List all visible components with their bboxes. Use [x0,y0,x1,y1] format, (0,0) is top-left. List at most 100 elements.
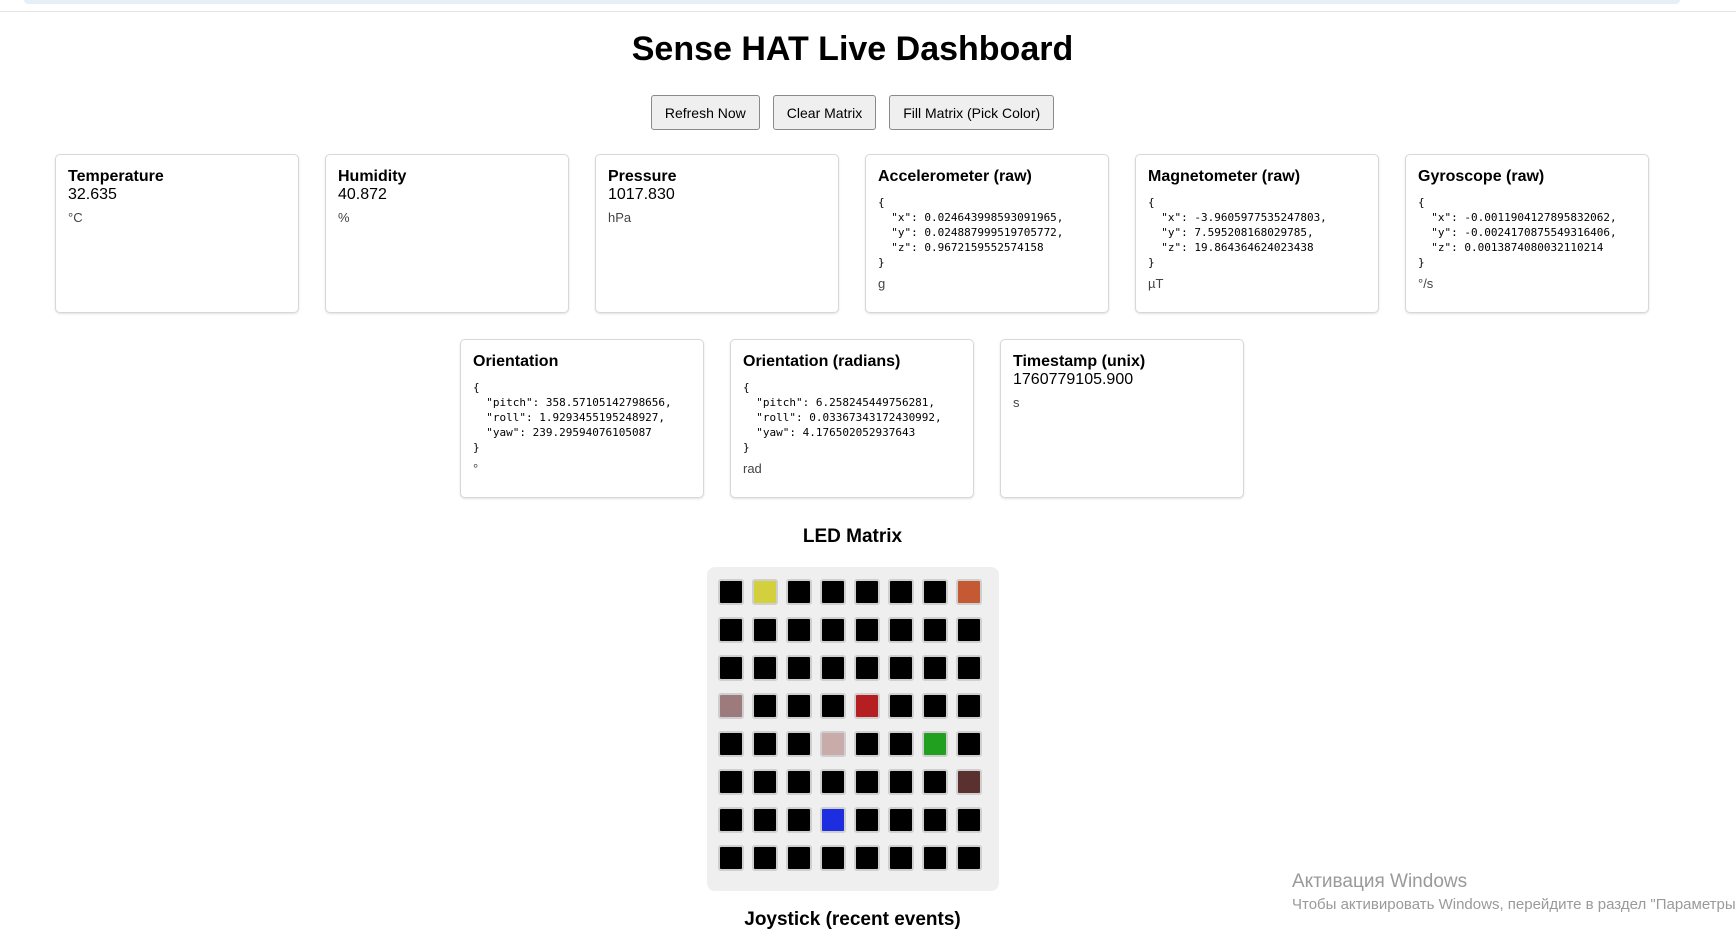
led-pixel[interactable] [888,845,914,871]
led-pixel[interactable] [854,731,880,757]
led-pixel[interactable] [956,617,982,643]
card-title: Temperature [68,168,164,185]
top-divider [0,11,1736,12]
card-title: Pressure [608,168,677,185]
led-pixel[interactable] [752,655,778,681]
card-accelerometer: Accelerometer (raw) { "x": 0.02464399859… [865,154,1109,313]
led-pixel[interactable] [956,655,982,681]
led-pixel[interactable] [786,579,812,605]
card-temperature: Temperature 32.635 °C [55,154,299,313]
led-pixel[interactable] [888,769,914,795]
led-pixel[interactable] [854,807,880,833]
led-pixel[interactable] [888,655,914,681]
accelerometer-json: { "x": 0.024643998593091965, "y": 0.0248… [878,196,1064,269]
card-title: Gyroscope (raw) [1418,168,1545,185]
led-pixel[interactable] [854,845,880,871]
magnetometer-unit: µT [1148,276,1164,291]
led-pixel[interactable] [752,617,778,643]
led-pixel[interactable] [786,807,812,833]
led-pixel[interactable] [718,731,744,757]
clear-matrix-button[interactable]: Clear Matrix [772,95,877,130]
led-pixel[interactable] [888,807,914,833]
card-pressure: Pressure 1017.830 hPa [595,154,839,313]
led-pixel[interactable] [820,693,846,719]
led-pixel[interactable] [786,617,812,643]
led-pixel[interactable] [854,617,880,643]
orientation-radians-json: { "pitch": 6.258245449756281, "roll": 0.… [743,381,942,454]
led-pixel[interactable] [922,807,948,833]
led-pixel[interactable] [820,845,846,871]
card-title: Humidity [338,168,407,185]
led-pixel[interactable] [922,617,948,643]
humidity-unit: % [338,210,350,225]
led-pixel[interactable] [718,693,744,719]
led-pixel[interactable] [718,617,744,643]
led-pixel[interactable] [752,693,778,719]
card-title: Magnetometer (raw) [1148,168,1301,185]
led-pixel[interactable] [820,731,846,757]
led-pixel[interactable] [854,579,880,605]
led-pixel[interactable] [786,845,812,871]
led-pixel[interactable] [752,807,778,833]
led-pixel[interactable] [786,769,812,795]
card-orientation: Orientation { "pitch": 358.5710514279865… [460,339,704,498]
led-pixel[interactable] [922,693,948,719]
led-pixel[interactable] [820,655,846,681]
timestamp-value: 1760779105.900 [1013,371,1134,388]
led-pixel[interactable] [956,693,982,719]
temperature-unit: °C [68,210,83,225]
led-pixel[interactable] [854,769,880,795]
led-pixel[interactable] [888,731,914,757]
pressure-unit: hPa [608,210,632,225]
magnetometer-json: { "x": -3.9605977535247803, "y": 7.59520… [1148,196,1327,269]
led-pixel[interactable] [888,579,914,605]
led-pixel[interactable] [820,579,846,605]
fill-matrix-button[interactable]: Fill Matrix (Pick Color) [889,95,1055,130]
temperature-value: 32.635 [68,186,117,203]
led-pixel[interactable] [718,579,744,605]
led-pixel[interactable] [888,693,914,719]
led-matrix-title: LED Matrix [802,526,903,547]
led-pixel[interactable] [956,769,982,795]
led-pixel[interactable] [922,655,948,681]
card-title: Timestamp (unix) [1013,353,1146,370]
led-pixel[interactable] [956,845,982,871]
led-pixel[interactable] [718,845,744,871]
gyroscope-unit: °/s [1418,276,1434,291]
led-pixel[interactable] [820,807,846,833]
led-pixel[interactable] [854,693,880,719]
led-pixel[interactable] [922,731,948,757]
windows-activation-title: Активация Windows [1292,871,1468,892]
browser-top-strip [24,0,1680,4]
led-pixel[interactable] [718,655,744,681]
led-pixel[interactable] [718,769,744,795]
card-title: Orientation [473,353,559,370]
led-pixel[interactable] [888,617,914,643]
led-pixel[interactable] [854,655,880,681]
led-pixel[interactable] [820,617,846,643]
refresh-now-button[interactable]: Refresh Now [650,95,760,130]
led-pixel[interactable] [922,579,948,605]
led-pixel[interactable] [786,655,812,681]
led-pixel[interactable] [922,769,948,795]
led-pixel[interactable] [956,807,982,833]
led-pixel[interactable] [820,769,846,795]
led-pixel[interactable] [956,579,982,605]
led-pixel[interactable] [786,731,812,757]
accelerometer-unit: g [878,276,886,291]
humidity-value: 40.872 [338,186,387,203]
led-pixel[interactable] [922,845,948,871]
page-title: Sense HAT Live Dashboard [631,30,1074,68]
toolbar: Refresh Now Clear Matrix Fill Matrix (Pi… [0,95,1705,130]
led-pixel[interactable] [752,579,778,605]
led-pixel[interactable] [752,769,778,795]
led-pixel[interactable] [752,731,778,757]
card-timestamp: Timestamp (unix) 1760779105.900 s [1000,339,1244,498]
led-pixel[interactable] [718,807,744,833]
card-humidity: Humidity 40.872 % [325,154,569,313]
led-pixel[interactable] [786,693,812,719]
led-pixel[interactable] [956,731,982,757]
orientation-unit: ° [473,461,479,476]
orientation-radians-unit: rad [743,461,762,476]
led-pixel[interactable] [752,845,778,871]
